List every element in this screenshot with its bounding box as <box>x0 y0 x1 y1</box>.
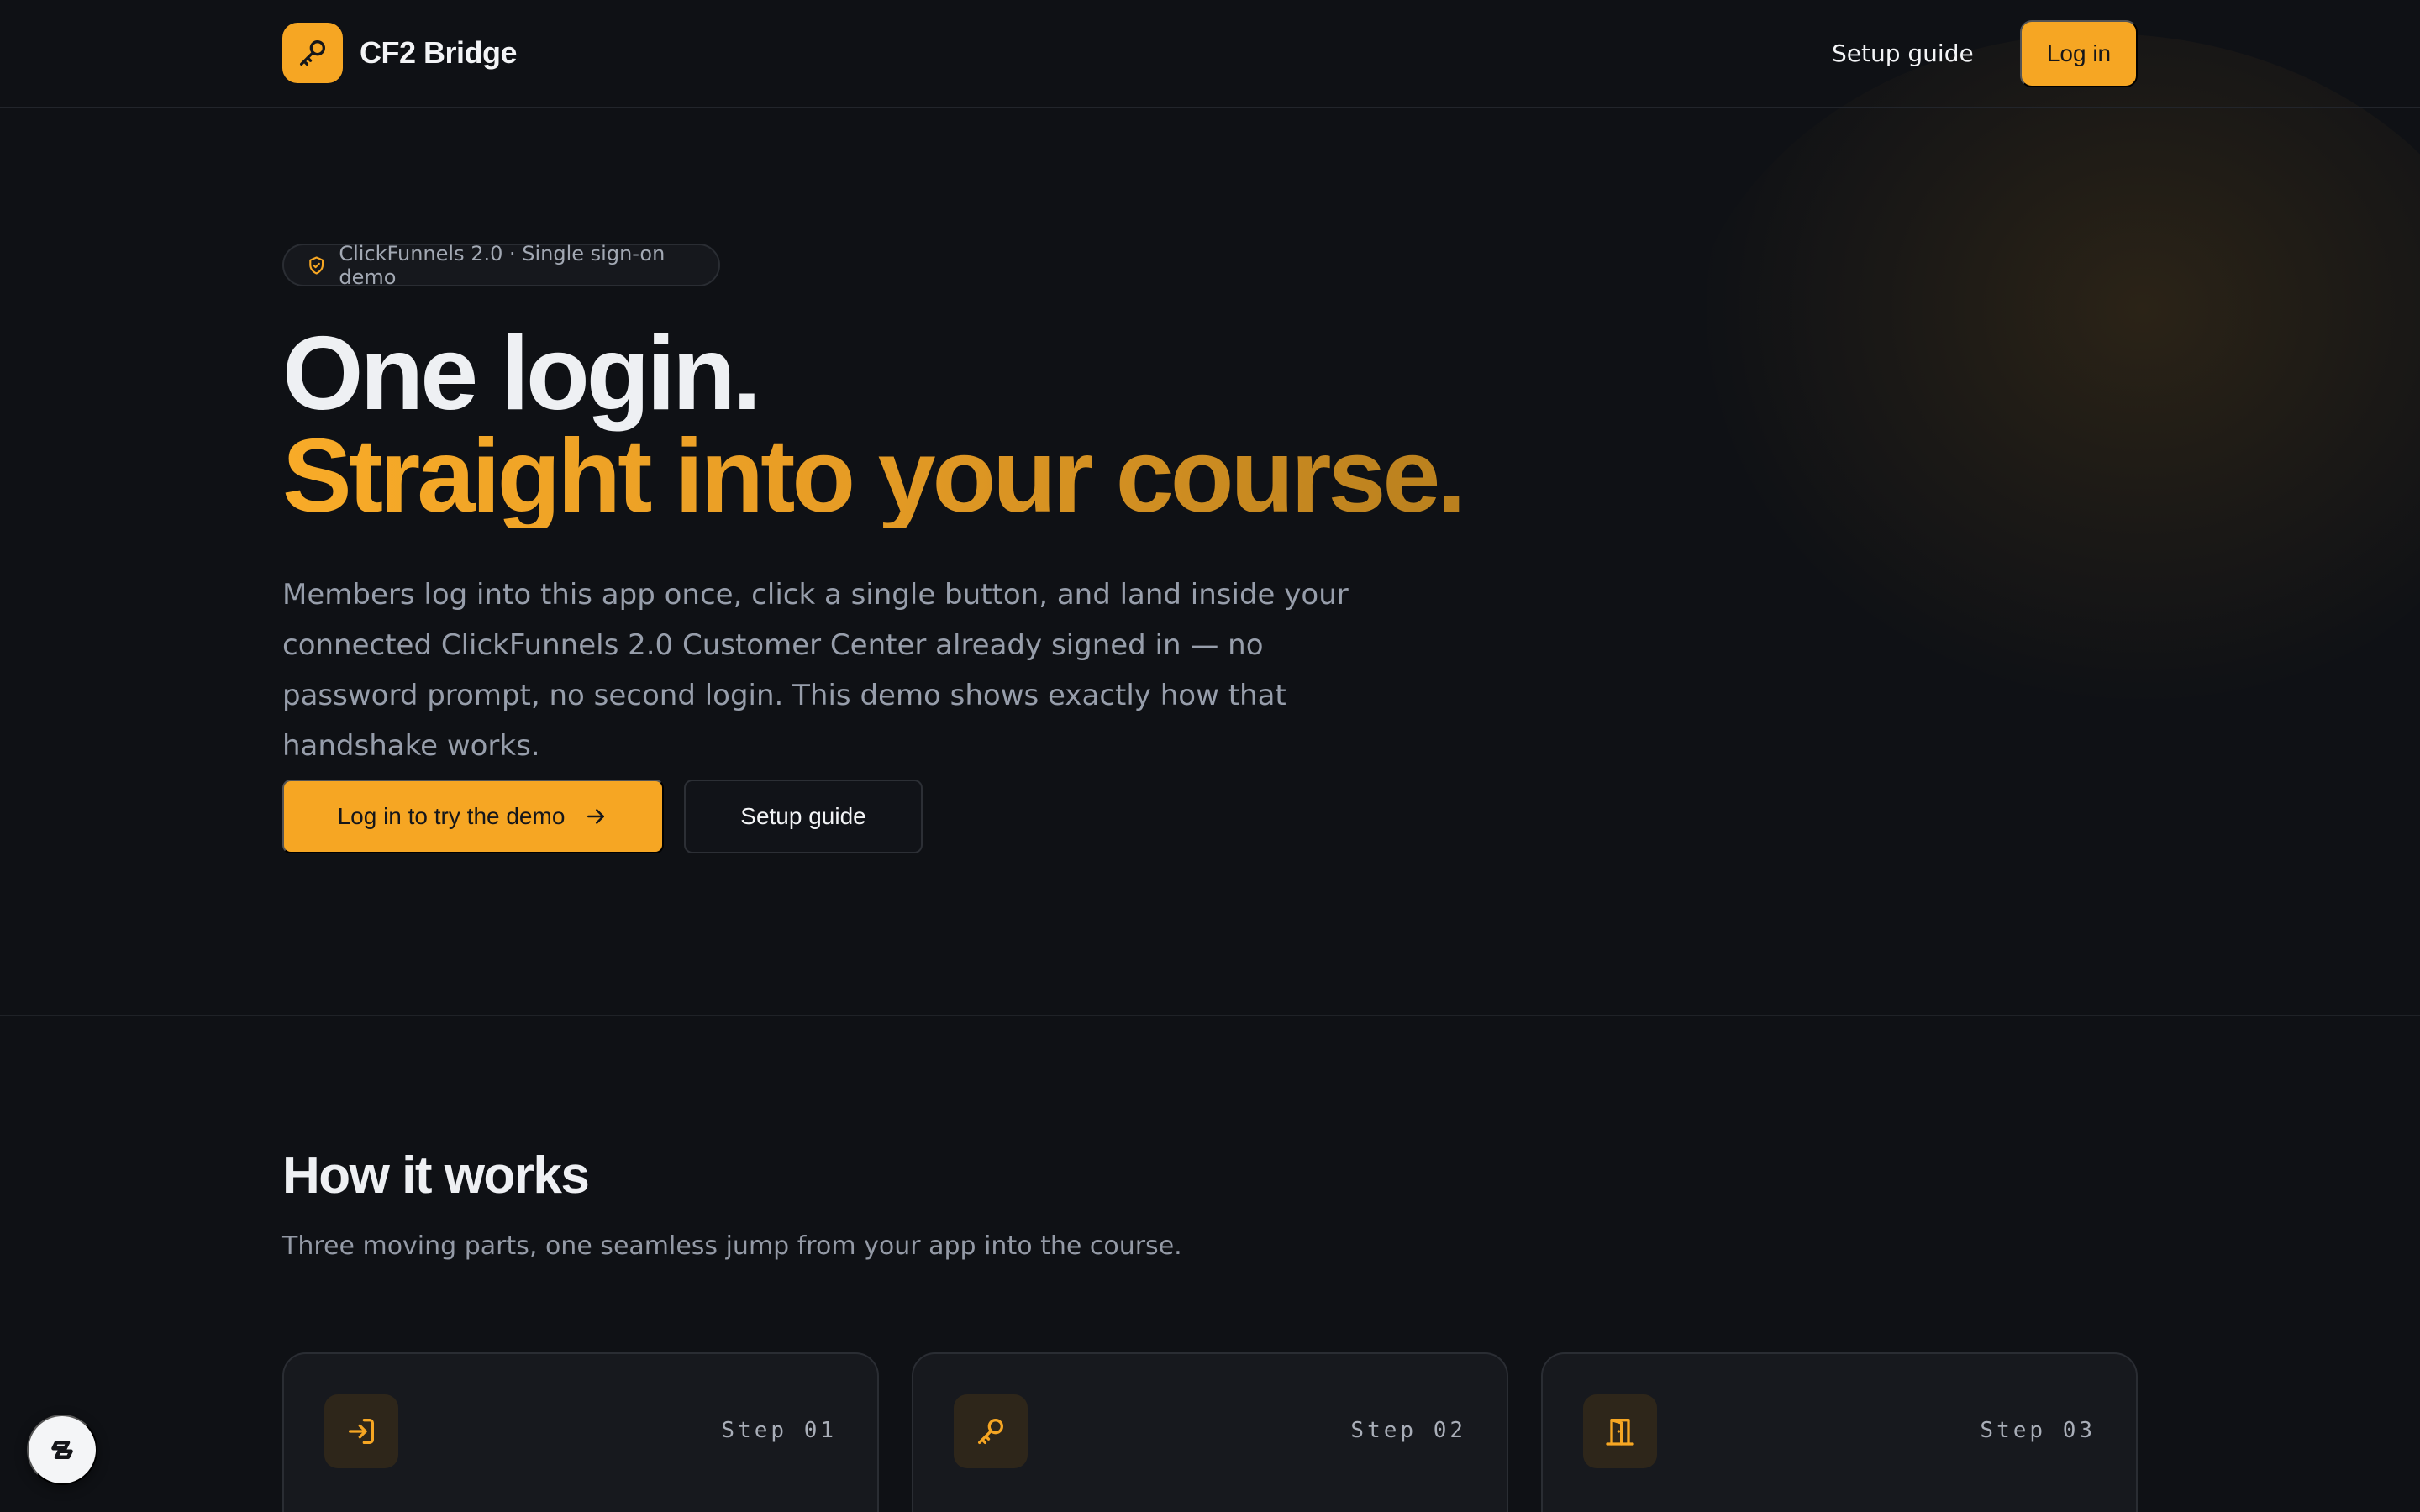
step-2-icon-tile <box>954 1394 1028 1468</box>
chat-widget-icon <box>51 1440 73 1460</box>
step-1-label: Step 01 <box>721 1418 837 1443</box>
nav-login-button[interactable]: Log in <box>2020 20 2138 87</box>
hero-title-line1: One login. <box>282 316 761 432</box>
hero-badge: ClickFunnels 2.0 · Single sign-on demo <box>282 241 720 289</box>
key-icon <box>300 40 325 66</box>
arrow-right-icon <box>587 809 605 824</box>
logo-tile <box>282 23 343 83</box>
brand[interactable]: CF2 Bridge <box>282 23 518 83</box>
setup-guide-button[interactable]: Setup guide <box>684 780 923 853</box>
hero-description: Members log into this app once, click a … <box>282 578 1349 763</box>
try-demo-button-label: Log in to try the demo <box>337 803 566 829</box>
top-nav: CF2 Bridge Setup guide Log in <box>0 0 2420 108</box>
try-demo-button[interactable]: Log in to try the demo <box>282 780 664 853</box>
login-icon <box>349 1419 374 1444</box>
brand-name: CF2 Bridge <box>360 35 518 70</box>
how-it-works-title: How it works <box>282 1147 590 1205</box>
floating-help-button[interactable] <box>27 1415 97 1485</box>
section-divider <box>0 1015 2420 1016</box>
step-3-icon-tile <box>1583 1394 1657 1468</box>
nav-setup-guide-link[interactable]: Setup guide <box>1832 34 1974 74</box>
step-3-label: Step 03 <box>1980 1418 2096 1443</box>
step-card-3: Step 03 <box>1541 1352 2138 1512</box>
door-icon <box>1606 1419 1634 1446</box>
step-2-label: Step 02 <box>1350 1418 1466 1443</box>
hero-glow <box>1681 34 2420 722</box>
step-1-icon-tile <box>324 1394 398 1468</box>
hero-title-line2: Straight into your course. <box>282 418 1466 534</box>
key-icon <box>978 1419 1003 1444</box>
step-card-2: Step 02 <box>912 1352 1508 1512</box>
how-it-works-subtitle: Three moving parts, one seamless jump fr… <box>282 1231 1182 1261</box>
shield-check-icon <box>309 255 324 275</box>
hero-badge-text: ClickFunnels 2.0 · Single sign-on demo <box>339 241 666 289</box>
step-card-1: Step 01 <box>282 1352 879 1512</box>
